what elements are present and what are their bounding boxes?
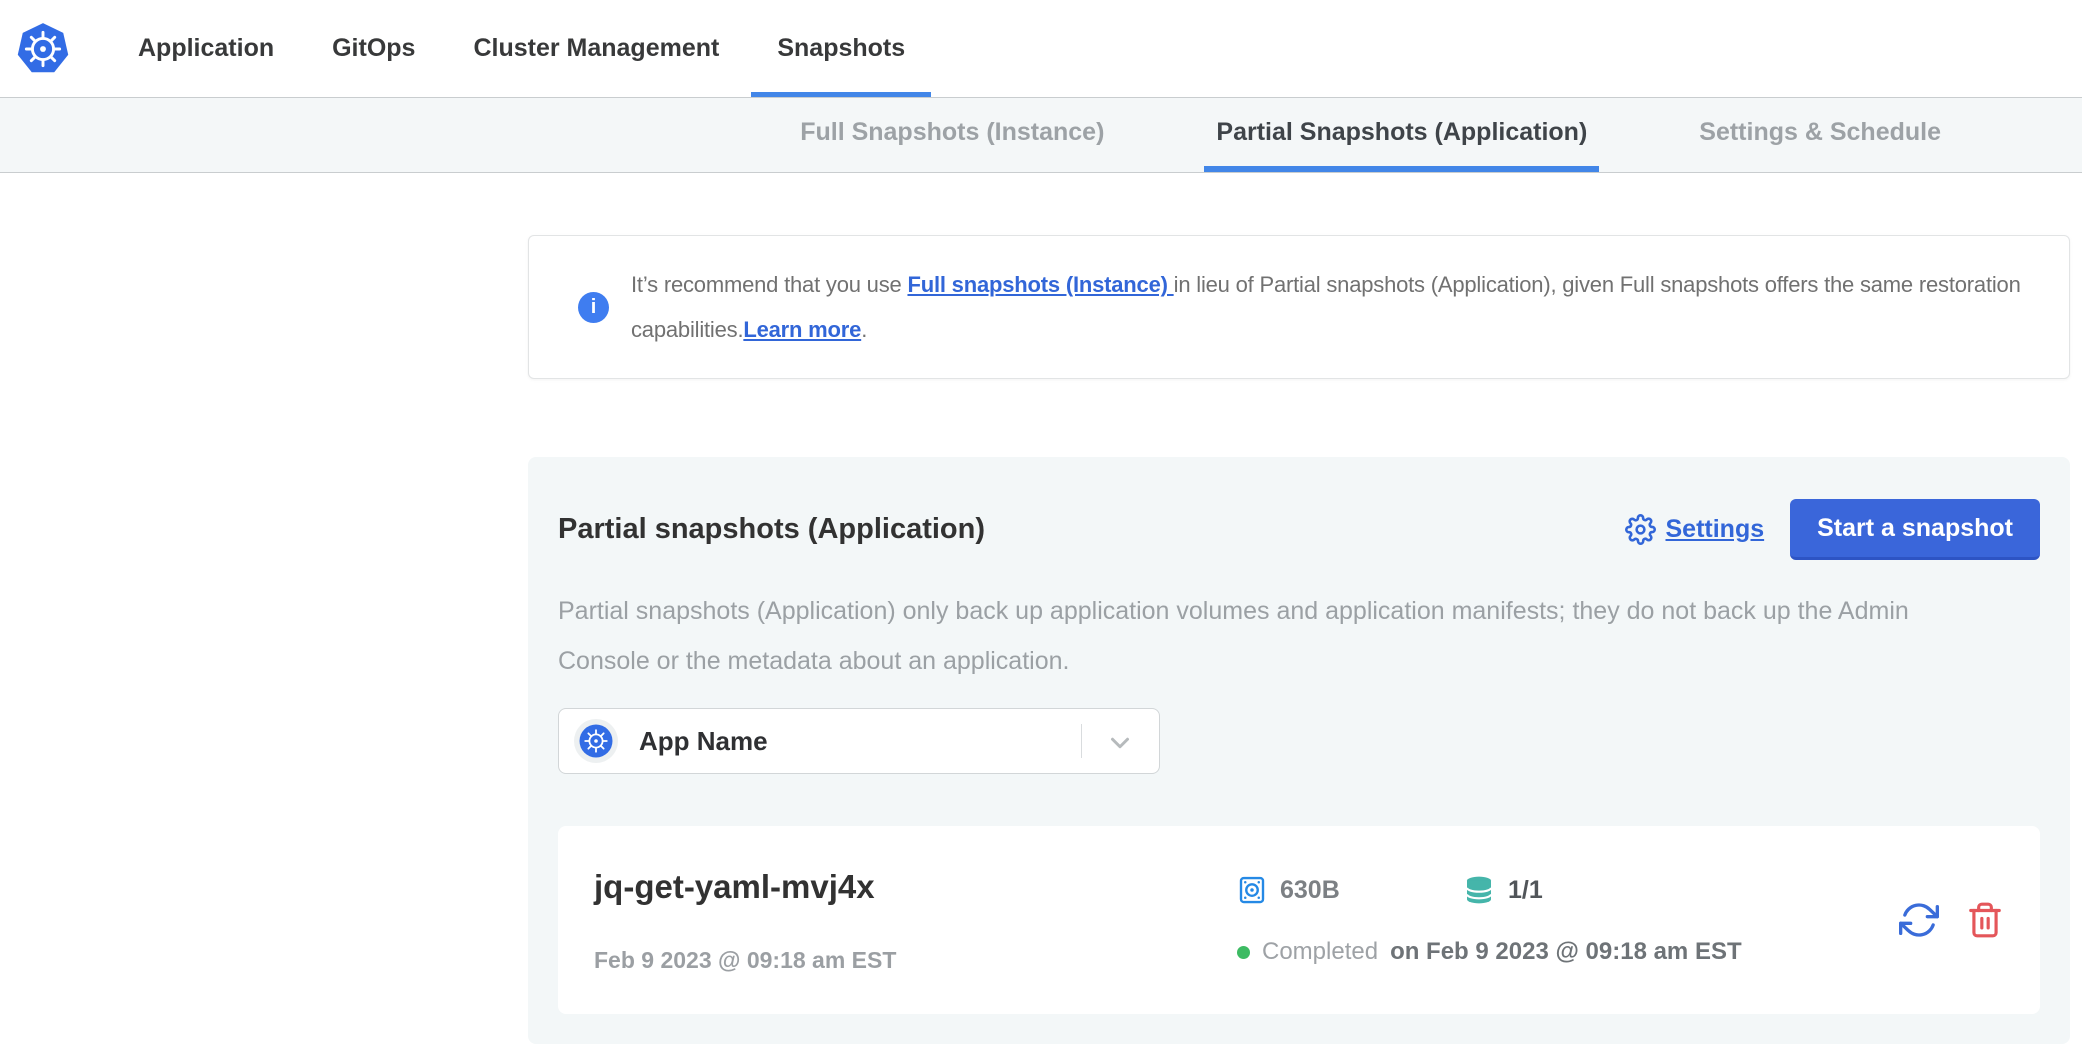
snapshot-size-value: 630B bbox=[1280, 876, 1340, 905]
panel-description: Partial snapshots (Application) only bac… bbox=[558, 586, 1958, 686]
tab-full-snapshots-instance[interactable]: Full Snapshots (Instance) bbox=[788, 98, 1116, 172]
info-icon: i bbox=[578, 292, 609, 323]
kubernetes-icon bbox=[578, 723, 614, 759]
snapshot-stats-line: 630B 1/1 bbox=[1237, 874, 1742, 906]
snapshot-stats: 630B 1/1 Completed on Feb 9 2023 @ 09:18… bbox=[1237, 874, 1742, 966]
kubernetes-logo-icon bbox=[16, 22, 70, 76]
panel-actions: Settings Start a snapshot bbox=[1625, 499, 2041, 560]
panel-title: Partial snapshots (Application) bbox=[558, 513, 985, 546]
select-divider bbox=[1081, 724, 1082, 758]
snapshot-started-date: Feb 9 2023 @ 09:18 am EST bbox=[594, 947, 1237, 974]
info-text-start: It’s recommend that you use bbox=[631, 272, 907, 297]
nav-item-application[interactable]: Application bbox=[138, 0, 274, 97]
chevron-down-icon bbox=[1105, 728, 1135, 758]
settings-link[interactable]: Settings bbox=[1625, 514, 1765, 545]
snapshot-volumes-value: 1/1 bbox=[1508, 876, 1543, 905]
restore-icon bbox=[1899, 900, 1939, 940]
partial-snapshots-panel: Partial snapshots (Application) Settings… bbox=[528, 457, 2070, 1044]
snapshot-size: 630B bbox=[1237, 875, 1463, 905]
learn-more-link[interactable]: Learn more bbox=[743, 317, 861, 342]
start-snapshot-button[interactable]: Start a snapshot bbox=[1790, 499, 2040, 560]
info-banner-text: It’s recommend that you use Full snapsho… bbox=[631, 262, 2047, 352]
gear-icon bbox=[1625, 514, 1656, 545]
disk-icon bbox=[1237, 875, 1267, 905]
delete-snapshot-button[interactable] bbox=[1966, 901, 2004, 939]
info-banner: i It’s recommend that you use Full snaps… bbox=[528, 235, 2070, 379]
app-select-value: App Name bbox=[639, 726, 768, 757]
app-name-select[interactable]: App Name bbox=[558, 708, 1160, 774]
nav-item-gitops[interactable]: GitOps bbox=[332, 0, 415, 97]
panel-header: Partial snapshots (Application) Settings… bbox=[558, 499, 2040, 560]
snapshot-main: jq-get-yaml-mvj4x Feb 9 2023 @ 09:18 am … bbox=[594, 867, 1237, 974]
nav-item-cluster-management[interactable]: Cluster Management bbox=[473, 0, 719, 97]
settings-link-label: Settings bbox=[1666, 515, 1765, 544]
database-icon bbox=[1463, 874, 1495, 906]
delete-icon bbox=[1966, 901, 2004, 939]
snapshot-name: jq-get-yaml-mvj4x bbox=[594, 867, 1237, 907]
tab-settings-schedule[interactable]: Settings & Schedule bbox=[1687, 98, 1953, 172]
snapshot-volumes: 1/1 bbox=[1463, 874, 1543, 906]
snapshots-sub-navigation: Full Snapshots (Instance) Partial Snapsh… bbox=[0, 97, 2082, 173]
info-text-end: . bbox=[861, 317, 867, 342]
status-timestamp: on Feb 9 2023 @ 09:18 am EST bbox=[1390, 938, 1742, 966]
full-snapshots-link[interactable]: Full snapshots (Instance) bbox=[907, 272, 1173, 297]
restore-snapshot-button[interactable] bbox=[1899, 900, 1939, 940]
top-nav-items: Application GitOps Cluster Management Sn… bbox=[138, 0, 905, 97]
nav-item-snapshots[interactable]: Snapshots bbox=[777, 0, 905, 97]
snapshot-row: jq-get-yaml-mvj4x Feb 9 2023 @ 09:18 am … bbox=[558, 826, 2040, 1014]
snapshot-status: Completed on Feb 9 2023 @ 09:18 am EST bbox=[1237, 938, 1742, 966]
app-badge bbox=[574, 719, 618, 763]
tab-partial-snapshots-application[interactable]: Partial Snapshots (Application) bbox=[1204, 98, 1599, 172]
kubernetes-logo bbox=[16, 0, 70, 97]
status-dot-icon bbox=[1237, 946, 1250, 959]
status-label: Completed bbox=[1262, 938, 1378, 966]
snapshot-actions bbox=[1899, 900, 2004, 940]
top-navigation: Application GitOps Cluster Management Sn… bbox=[0, 0, 2082, 97]
